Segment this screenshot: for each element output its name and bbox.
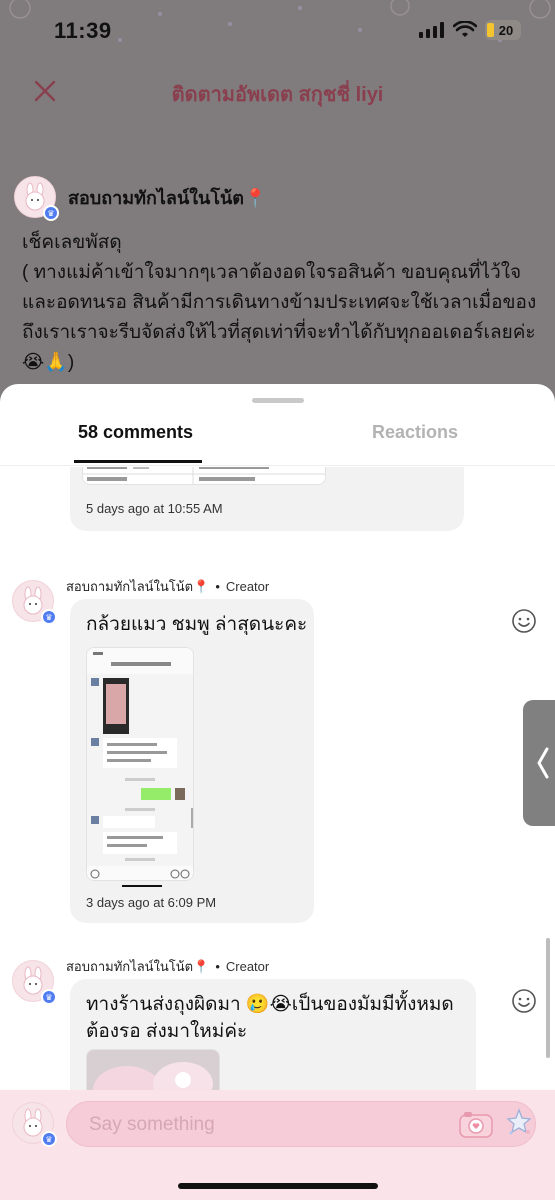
sheet-tabs: 58 comments Reactions	[0, 410, 555, 466]
home-indicator	[178, 1183, 378, 1189]
sparkle-wand-icon[interactable]	[505, 1108, 533, 1138]
comment-avatar[interactable]: ♛	[12, 580, 57, 625]
comment-separator: •	[215, 959, 220, 974]
comment-bubble: ทางร้านส่งถุงผิดมา 🥲😭เป็นของมัมมีทั้งหมด…	[70, 979, 476, 1090]
comment-author: สอบถามทักไลน์ในโน้ต📍	[66, 959, 210, 974]
side-drawer-handle[interactable]	[523, 700, 555, 826]
comment-text: กล้วยแมว ชมพู ล่าสุดนะคะ	[86, 614, 308, 635]
comment-bubble: 5 days ago at 10:55 AM	[70, 467, 464, 531]
status-time: 11:39	[54, 18, 112, 43]
post-author: สอบถามทักไลน์ในโน้ต📍	[68, 187, 267, 208]
comments-sheet: 58 comments Reactions 5 days ago at 10:5…	[0, 384, 555, 1200]
wifi-icon	[453, 21, 477, 37]
comment-author: สอบถามทักไลน์ในโน้ต📍	[66, 579, 210, 594]
crown-badge-icon: ♛	[43, 205, 59, 221]
crown-badge-icon: ♛	[41, 1131, 57, 1147]
battery-level: 20	[498, 22, 514, 38]
camera-icon[interactable]	[459, 1110, 493, 1138]
crown-badge-icon: ♛	[41, 609, 57, 625]
post-body: เช็คเลขพัสดุ ( ทางแม่ค้าเข้าใจมากๆเวลาต้…	[22, 232, 537, 373]
comment-avatar[interactable]: ♛	[12, 960, 57, 1005]
chat-screenshot-image	[87, 648, 193, 880]
tracking-table-image	[83, 467, 325, 484]
comment-timestamp: 3 days ago at 6:09 PM	[86, 895, 217, 910]
smiley-reaction-icon[interactable]	[511, 988, 537, 1014]
crown-badge-icon: ♛	[41, 989, 57, 1005]
comment-header: สอบถามทักไลน์ในโน้ต📍 • Creator	[66, 576, 269, 597]
comment-input-placeholder: Say something	[89, 1114, 215, 1135]
user-avatar[interactable]: ♛	[12, 1102, 57, 1147]
scrollbar[interactable]	[546, 938, 550, 1058]
signal-icon	[419, 22, 444, 38]
creator-label: Creator	[225, 959, 270, 974]
battery-icon: 20	[485, 20, 521, 40]
smiley-reaction-icon[interactable]	[511, 608, 537, 634]
comment-image[interactable]	[86, 647, 194, 881]
comment-bubble: กล้วยแมว ชมพู ล่าสุดนะคะ 3 days ago at 6…	[70, 599, 314, 923]
comment-text: ทางร้านส่งถุงผิดมา 🥲😭เป็นของมัมมีทั้งหมด…	[86, 994, 454, 1042]
image-scroll-indicator	[122, 885, 162, 887]
status-bar: 11:39 20	[0, 0, 555, 62]
chevron-left-icon	[537, 747, 549, 779]
tab-comments[interactable]: 58 comments	[78, 422, 193, 443]
creator-label: Creator	[225, 579, 270, 594]
comment-image[interactable]	[82, 467, 326, 485]
comments-list[interactable]: 5 days ago at 10:55 AM ♛ สอบถามทักไลน์ใน…	[0, 467, 555, 1090]
post-header: ♛ สอบถามทักไลน์ในโน้ต📍	[14, 176, 267, 221]
product-photo-image	[87, 1050, 219, 1090]
status-icons: 20	[419, 20, 521, 40]
avatar[interactable]: ♛	[14, 176, 59, 221]
tab-active-indicator	[74, 460, 202, 463]
comment-separator: •	[215, 579, 220, 594]
sheet-grabber[interactable]	[252, 398, 304, 403]
comment-image[interactable]	[86, 1049, 220, 1090]
comment-header: สอบถามทักไลน์ในโน้ต📍 • Creator	[66, 956, 269, 977]
page-title: ติดตามอัพเดต สกุชชี่ liyi	[171, 84, 384, 106]
comment-timestamp: 5 days ago at 10:55 AM	[86, 501, 223, 516]
top-bar: ติดตามอัพเดต สกุชชี่ liyi	[0, 66, 555, 116]
tab-reactions[interactable]: Reactions	[372, 422, 458, 443]
